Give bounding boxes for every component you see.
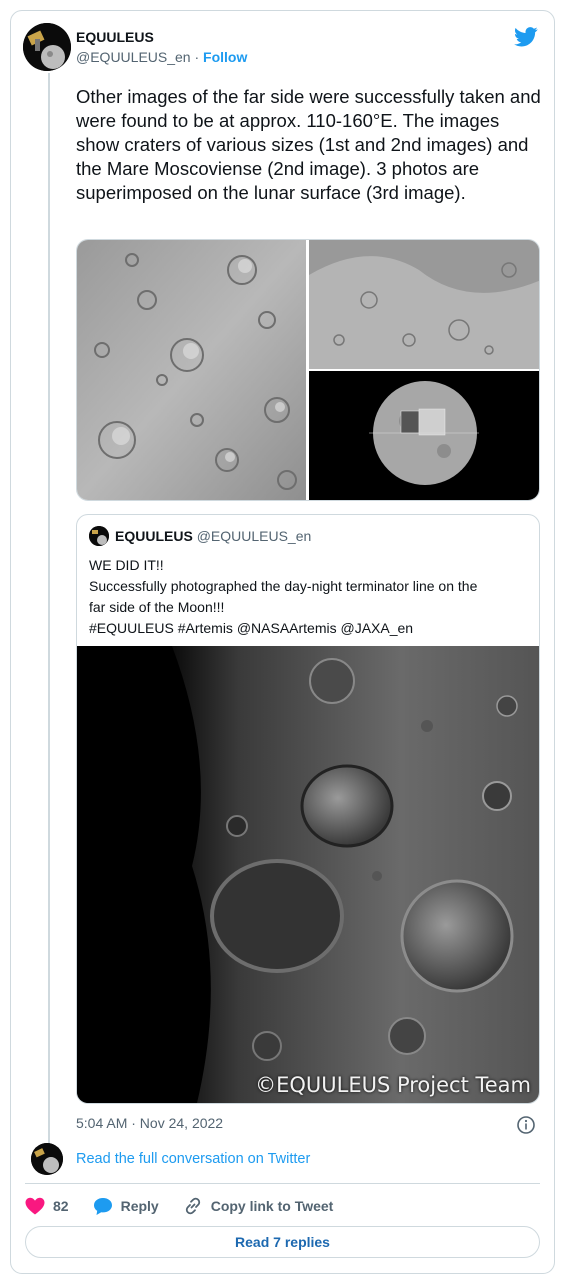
media-image-2[interactable] [309, 240, 539, 369]
author-handle[interactable]: @EQUULEUS_en [76, 49, 191, 65]
reply-label: Reply [120, 1198, 159, 1214]
info-icon[interactable] [516, 1115, 536, 1140]
quoted-author-avatar[interactable] [89, 526, 109, 546]
read-replies-button[interactable]: Read 7 replies [25, 1226, 540, 1258]
quoted-line: #EQUULEUS #Artemis @NASAArtemis @JAXA_en [89, 620, 414, 636]
quoted-image[interactable]: ©EQUULEUS Project Team [77, 646, 539, 1103]
author-block: EQUULEUS @EQUULEUS_en · Follow [76, 29, 247, 66]
media-grid [76, 239, 540, 501]
quoted-text: WE DID IT!! Successfully photographed th… [89, 555, 529, 639]
quoted-header: EQUULEUS @EQUULEUS_en [115, 527, 311, 546]
thread-line [48, 73, 50, 1153]
tweet-timestamp[interactable]: 5:04 AM · Nov 24, 2022 [76, 1115, 223, 1131]
author-name[interactable]: EQUULEUS [76, 29, 247, 46]
media-image-3[interactable] [309, 371, 539, 500]
quoted-author-name[interactable]: EQUULEUS [115, 528, 193, 544]
link-icon [185, 1197, 200, 1215]
speech-bubble-icon [93, 1197, 112, 1215]
quoted-author-handle[interactable]: @EQUULEUS_en [197, 528, 312, 544]
author-sub: @EQUULEUS_en · Follow [76, 48, 247, 66]
read-conversation-link[interactable]: Read the full conversation on Twitter [76, 1151, 310, 1167]
author-avatar[interactable] [23, 23, 71, 71]
twitter-bird-icon[interactable] [514, 27, 538, 52]
tweet-text: Other images of the far side were succes… [76, 86, 541, 203]
media-image-1[interactable] [77, 240, 306, 500]
image-copyright: ©EQUULEUS Project Team [255, 1073, 531, 1097]
like-button[interactable]: 82 [25, 1197, 69, 1215]
divider [25, 1183, 540, 1184]
separator: · [190, 49, 204, 65]
quoted-tweet[interactable]: EQUULEUS @EQUULEUS_en WE DID IT!! Succes… [76, 514, 540, 1104]
action-bar: 82 Reply Copy link to Tweet [25, 1195, 357, 1217]
quoted-line: far side of the Moon!!! [89, 599, 225, 615]
conversation-avatar[interactable] [31, 1143, 63, 1175]
tweet-card: EQUULEUS @EQUULEUS_en · Follow Other ima… [10, 10, 555, 1274]
heart-icon [25, 1197, 45, 1215]
copy-link-button[interactable]: Copy link to Tweet [183, 1196, 334, 1216]
like-count: 82 [53, 1198, 69, 1214]
follow-button[interactable]: Follow [203, 49, 247, 65]
copy-link-label: Copy link to Tweet [210, 1198, 334, 1214]
quoted-line: WE DID IT!! [89, 557, 164, 573]
reply-button[interactable]: Reply [93, 1197, 159, 1216]
quoted-line: Successfully photographed the day-night … [89, 578, 478, 594]
